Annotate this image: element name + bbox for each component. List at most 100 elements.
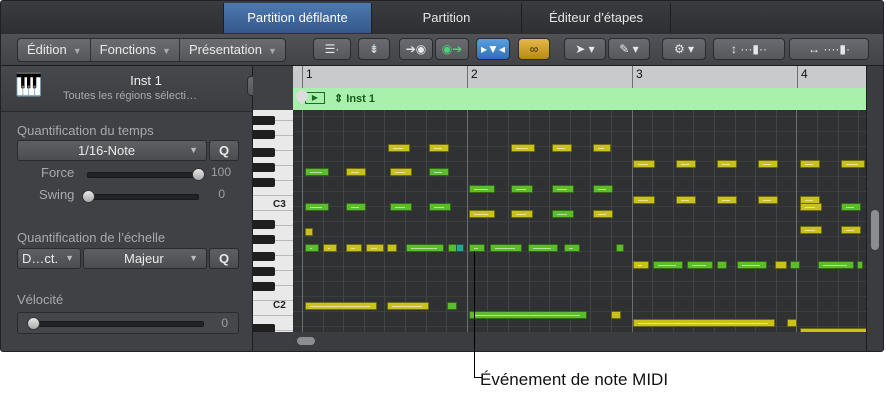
piano-keyboard[interactable]: C3 C2 <box>253 110 293 332</box>
midi-note-event[interactable] <box>717 261 727 269</box>
midi-note-event[interactable] <box>717 196 737 204</box>
midi-note-event[interactable] <box>841 160 865 168</box>
midi-note-event[interactable] <box>511 210 533 218</box>
midi-note-event[interactable] <box>800 226 822 234</box>
black-key[interactable] <box>253 116 275 125</box>
midi-note-event[interactable] <box>633 319 775 327</box>
midi-note-event[interactable] <box>305 168 329 176</box>
midi-note-event[interactable] <box>676 160 696 168</box>
midi-note-event[interactable] <box>800 160 820 168</box>
black-key[interactable] <box>253 148 275 157</box>
midi-in-button[interactable]: ➔◉ <box>399 38 433 60</box>
pointer-tool-button[interactable]: ➤ ▾ <box>564 38 606 60</box>
scale-mode-popup[interactable]: Majeur ▼ <box>83 248 207 269</box>
midi-note-event[interactable] <box>633 196 655 204</box>
black-key[interactable] <box>253 324 275 332</box>
midi-note-event[interactable] <box>790 261 800 269</box>
midi-note-event[interactable] <box>469 185 495 193</box>
midi-note-event[interactable] <box>469 244 485 252</box>
midi-note-event[interactable] <box>800 203 822 211</box>
midi-note-event[interactable] <box>366 244 384 252</box>
midi-note-event[interactable] <box>593 144 611 152</box>
midi-note-event[interactable] <box>305 203 329 211</box>
midi-note-event[interactable] <box>552 144 572 152</box>
midi-note-event[interactable] <box>758 196 778 204</box>
midi-note-event[interactable] <box>469 311 587 319</box>
midi-note-event[interactable] <box>387 244 397 252</box>
black-key[interactable] <box>253 163 275 172</box>
midi-note-event[interactable] <box>323 244 337 252</box>
black-key[interactable] <box>253 267 275 276</box>
midi-note-event[interactable] <box>490 244 522 252</box>
catch-button[interactable]: ▸▼◂ <box>476 38 510 60</box>
midi-note-event[interactable] <box>841 203 861 211</box>
midi-note-event[interactable] <box>390 203 412 211</box>
swing-slider[interactable] <box>87 194 199 200</box>
midi-note-event[interactable] <box>346 168 366 176</box>
view-menu[interactable]: Présentation ▼ <box>180 39 285 61</box>
midi-note-event[interactable] <box>305 244 319 252</box>
midi-note-event[interactable] <box>616 244 624 252</box>
midi-out-button[interactable]: ◉➔ <box>435 38 469 60</box>
black-key[interactable] <box>253 282 275 291</box>
midi-note-event[interactable] <box>406 244 444 252</box>
midi-note-event[interactable] <box>528 244 558 252</box>
midi-note-event[interactable] <box>818 261 854 269</box>
black-key[interactable] <box>253 178 275 187</box>
swing-slider-knob[interactable] <box>82 190 95 203</box>
midi-note-event[interactable] <box>552 210 574 218</box>
midi-note-event[interactable] <box>429 203 451 211</box>
midi-note-event[interactable] <box>593 210 613 218</box>
horizontal-scroll-thumb[interactable] <box>297 337 315 345</box>
midi-note-event[interactable] <box>305 228 313 236</box>
velocity-slider[interactable] <box>32 321 204 327</box>
black-key[interactable] <box>253 220 275 229</box>
black-key[interactable] <box>253 235 275 244</box>
tab-piano-roll-active[interactable]: Partition défilante <box>223 3 371 33</box>
region-header[interactable] <box>293 88 866 110</box>
collapse-button[interactable]: ⇟ <box>358 38 390 60</box>
white-key[interactable] <box>253 196 293 211</box>
midi-note-event[interactable] <box>305 302 377 310</box>
midi-note-event[interactable] <box>511 144 535 152</box>
midi-note-event[interactable] <box>346 244 362 252</box>
midi-note-event[interactable] <box>841 226 861 234</box>
time-quantize-popup[interactable]: 1/16-Note ▼ <box>17 140 207 161</box>
pencil-tool-button[interactable]: ✎ ▾ <box>608 38 650 60</box>
midi-note-event[interactable] <box>717 160 737 168</box>
midi-note-event[interactable] <box>633 261 649 269</box>
horizontal-scrollbar[interactable] <box>293 332 866 351</box>
tab-step-editor[interactable]: Éditeur d’étapes <box>521 3 671 33</box>
midi-note-event[interactable] <box>676 196 696 204</box>
midi-note-event[interactable] <box>564 244 580 252</box>
settings-button[interactable]: ⚙ ▾ <box>662 38 706 60</box>
functions-menu[interactable]: Fonctions ▼ <box>91 39 180 61</box>
midi-note-event[interactable] <box>552 185 574 193</box>
midi-note-event[interactable] <box>787 319 797 327</box>
midi-note-event[interactable] <box>387 302 429 310</box>
midi-note-event[interactable] <box>775 261 787 269</box>
white-key[interactable] <box>253 301 293 316</box>
note-grid[interactable] <box>293 110 866 332</box>
midi-note-event[interactable] <box>633 160 655 168</box>
scale-root-popup[interactable]: D…ct. ▼ <box>17 248 81 269</box>
midi-note-event[interactable] <box>429 168 449 176</box>
midi-note-event[interactable] <box>593 185 613 193</box>
scale-quantize-q-button[interactable]: Q <box>209 248 239 269</box>
link-button[interactable]: ∞ <box>518 38 550 60</box>
midi-note-event[interactable] <box>737 261 767 269</box>
force-slider[interactable] <box>87 172 199 178</box>
edit-menu[interactable]: Édition ▼ <box>18 39 91 61</box>
horizontal-zoom-slider[interactable]: ↔ ····▮· <box>789 38 869 60</box>
velocity-slider-knob[interactable] <box>27 317 40 330</box>
vertical-scroll-thumb[interactable] <box>871 210 879 250</box>
midi-note-event[interactable] <box>388 144 410 152</box>
midi-note-event[interactable] <box>857 261 863 269</box>
midi-note-event[interactable] <box>346 203 366 211</box>
time-quantize-q-button[interactable]: Q <box>209 140 239 161</box>
midi-note-event[interactable] <box>511 185 533 193</box>
midi-note-event[interactable] <box>390 168 412 176</box>
midi-note-event[interactable] <box>429 144 449 152</box>
midi-note-event[interactable] <box>447 302 457 310</box>
velocity-slider-box[interactable]: 0 <box>17 312 239 334</box>
